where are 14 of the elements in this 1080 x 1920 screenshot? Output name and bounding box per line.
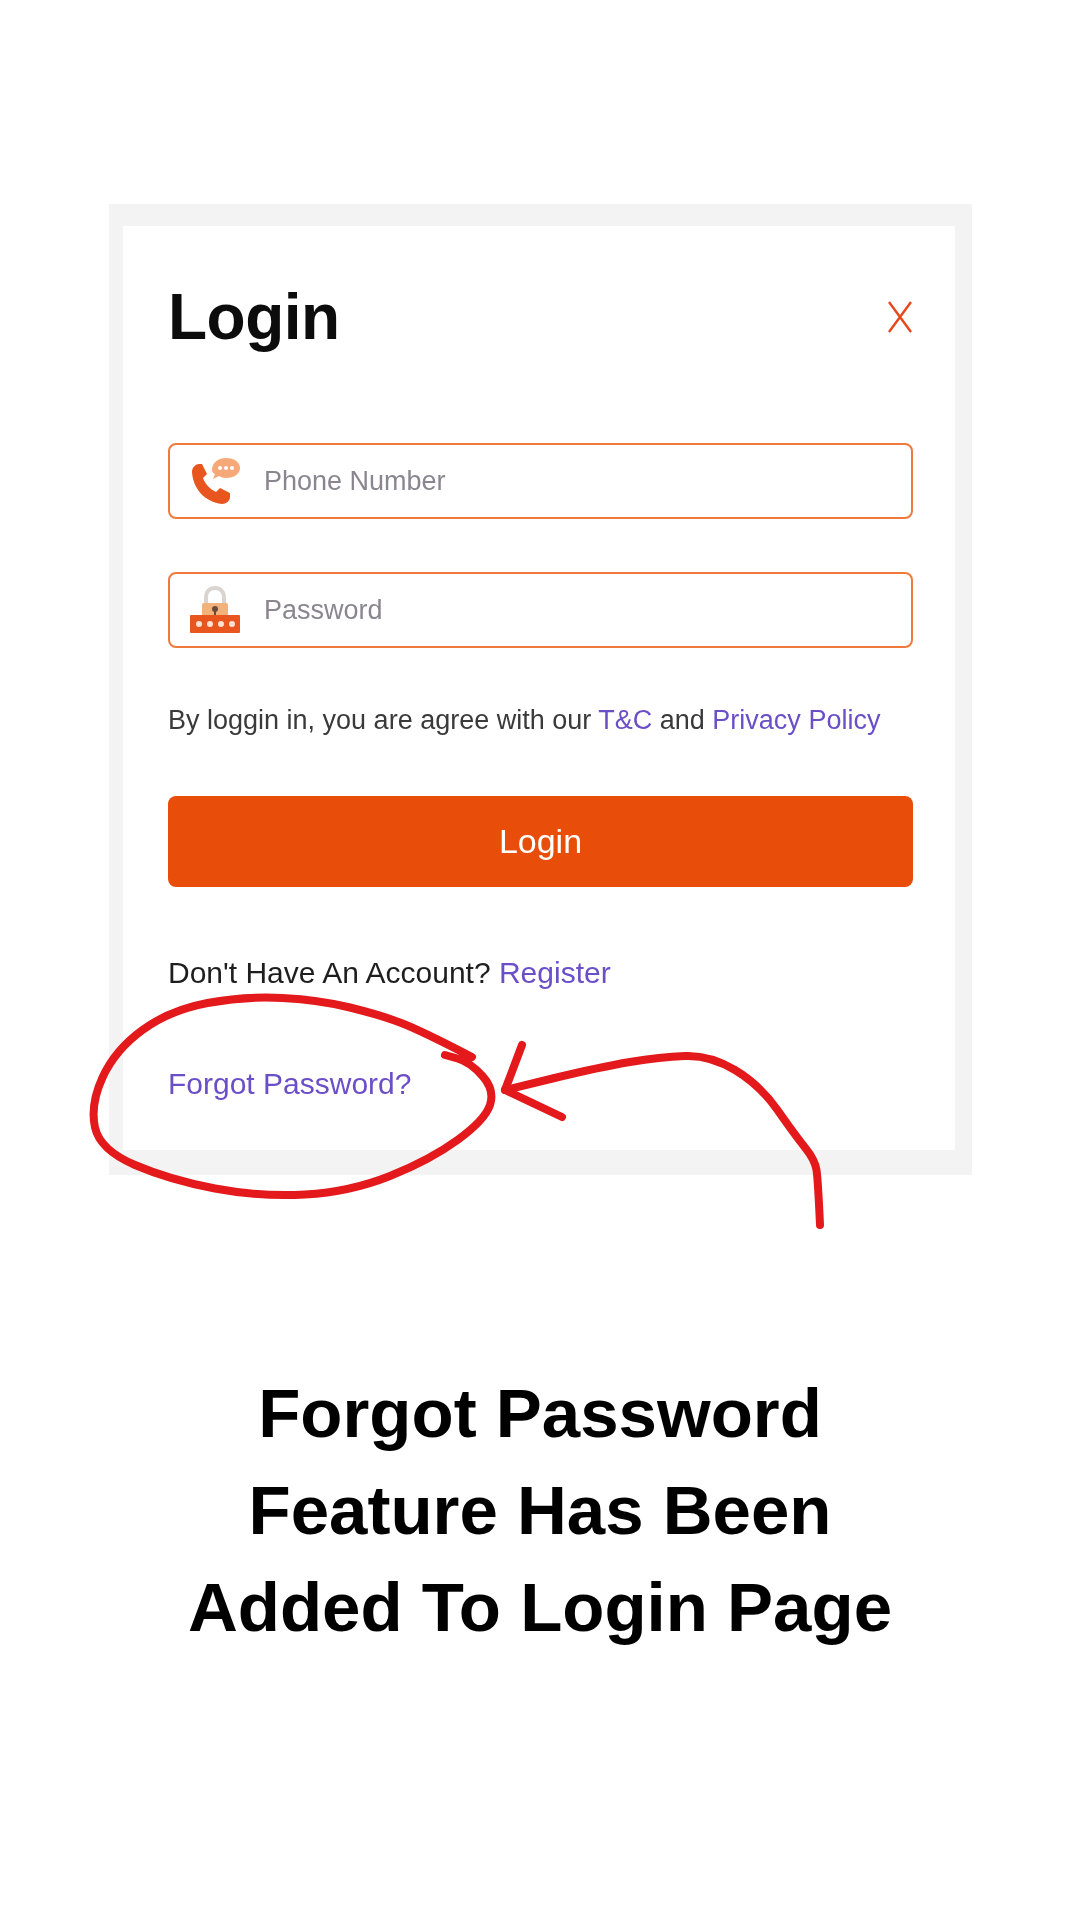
close-button[interactable]	[887, 301, 913, 333]
close-icon	[887, 301, 913, 333]
padlock-password-icon	[188, 585, 242, 635]
dialog-title: Login	[168, 282, 340, 352]
terms-link[interactable]: T&C	[598, 705, 653, 735]
privacy-policy-link[interactable]: Privacy Policy	[712, 705, 881, 735]
login-button[interactable]: Login	[168, 796, 913, 887]
phone-number-field[interactable]: Phone Number	[168, 443, 913, 519]
terms-text: By loggin in, you are agree with our T&C and Privacy Policy	[168, 704, 882, 736]
register-prompt: Don't Have An Account? Register	[168, 955, 612, 991]
password-field[interactable]: Password	[168, 572, 913, 648]
caption-text: Forgot Password Feature Has Been Added To Login Page	[187, 1374, 893, 1648]
forgot-password-link[interactable]: Forgot Password?	[168, 1066, 412, 1102]
register-link[interactable]: Register	[498, 956, 611, 989]
